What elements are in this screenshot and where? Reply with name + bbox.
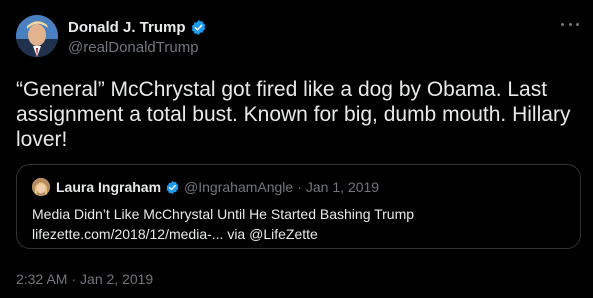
tweet-time: 2:32 AM bbox=[16, 271, 68, 287]
author-name-row: Donald J. Trump bbox=[68, 16, 207, 38]
author-display-name[interactable]: Donald J. Trump bbox=[68, 19, 186, 36]
quoted-tweet-line: Media Didn’t Like McChrystal Until He St… bbox=[32, 206, 415, 222]
quoted-tweet[interactable]: Laura Ingraham @IngrahamAngle · Jan 1, 2… bbox=[16, 164, 581, 249]
verified-badge-icon bbox=[165, 180, 180, 195]
avatar-image bbox=[16, 15, 58, 57]
quoted-display-name: Laura Ingraham bbox=[56, 179, 162, 195]
more-dot bbox=[568, 22, 572, 26]
tweet-text: “General” McChrystal got fired like a do… bbox=[16, 78, 571, 151]
tweet-timestamp[interactable]: 2:32 AM · Jan 2, 2019 bbox=[16, 271, 153, 287]
quoted-handle: @IngrahamAngle bbox=[184, 179, 294, 195]
more-options-icon[interactable] bbox=[561, 20, 579, 28]
quoted-tweet-link: lifezette.com/2018/12/media-... via @Lif… bbox=[32, 226, 318, 242]
tweet-card: Donald J. Trump @realDonaldTrump “Genera… bbox=[0, 0, 593, 298]
tweet-date: Jan 2, 2019 bbox=[80, 271, 154, 287]
author-block: Donald J. Trump @realDonaldTrump bbox=[68, 16, 207, 56]
quoted-separator: · bbox=[297, 179, 302, 195]
verified-badge-icon bbox=[190, 19, 207, 36]
quoted-tweet-body: Media Didn’t Like McChrystal Until He St… bbox=[32, 204, 562, 244]
author-handle[interactable]: @realDonaldTrump bbox=[68, 39, 207, 56]
more-dot bbox=[576, 22, 579, 26]
quoted-profile-avatar bbox=[32, 178, 50, 196]
quoted-tweet-header: Laura Ingraham @IngrahamAngle · Jan 1, 2… bbox=[32, 178, 379, 196]
quoted-date: Jan 1, 2019 bbox=[305, 179, 380, 195]
timestamp-separator: · bbox=[71, 271, 77, 287]
more-dot bbox=[561, 22, 564, 26]
profile-avatar[interactable] bbox=[16, 15, 58, 57]
